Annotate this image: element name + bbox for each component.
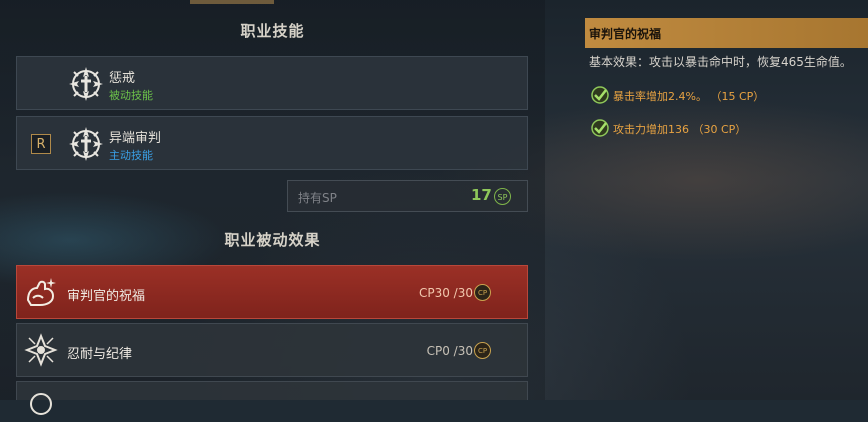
- hotkey-badge: R: [31, 134, 51, 154]
- cp-icon: CP: [474, 284, 491, 301]
- passive-name: 忍耐与纪律: [67, 347, 133, 362]
- emblem-icon: [30, 393, 52, 415]
- effect-text: 暴击率增加2.4%。 （15 CP）: [613, 88, 764, 104]
- skill-row-heresy-judgment[interactable]: R 异端审判 主动技能: [16, 116, 528, 170]
- section-title-skills: 职业技能: [240, 22, 305, 40]
- checkmark-icon: [591, 119, 609, 137]
- section-title-passives: 职业被动效果: [224, 231, 321, 249]
- skill-name: 惩戒: [109, 71, 136, 86]
- flexing-arm-icon: [26, 278, 56, 306]
- holy-cross-emblem-icon: [69, 67, 103, 101]
- effect-description: 攻击力增加136: [613, 123, 689, 136]
- cp-icon: CP: [474, 342, 491, 359]
- detail-panel: 审判官的祝福 基本效果：攻击以暴击命中时，恢复465生命值。 暴击率增加2.4%…: [585, 18, 868, 400]
- skill-row-punishment[interactable]: 惩戒 被动技能: [16, 56, 528, 110]
- checkmark-icon: [591, 86, 609, 104]
- skills-panel: 职业技能 惩戒 被动技能 R 异端审判 主动技能 持有SP 17 SP 职业被动…: [0, 0, 545, 415]
- passive-row-partial[interactable]: [16, 381, 528, 415]
- skill-type-label: 被动技能: [109, 89, 153, 102]
- sp-label: 持有SP: [298, 191, 337, 205]
- passive-cp-value: CP0 /30: [426, 344, 473, 358]
- detail-header: 审判官的祝福: [585, 18, 868, 48]
- effect-cp-cost: （15 CP）: [710, 90, 765, 103]
- skill-name: 异端审判: [109, 131, 162, 146]
- passive-row-endurance-discipline[interactable]: 忍耐与纪律 CP0 /30 CP: [16, 323, 528, 377]
- base-effect-text: 基本效果：攻击以暴击命中时，恢复465生命值。: [589, 55, 852, 69]
- effect-description: 暴击率增加2.4%。: [613, 90, 707, 103]
- effect-cp-cost: （30 CP）: [692, 123, 747, 136]
- sp-counter: 持有SP 17 SP: [287, 180, 528, 212]
- winged-emblem-icon: [24, 333, 58, 367]
- passive-row-inquisitor-blessing[interactable]: 审判官的祝福 CP30 /30 CP: [16, 265, 528, 319]
- top-accent-bar: [190, 0, 274, 4]
- passive-cp-value: CP30 /30: [418, 286, 473, 300]
- sp-value: 17: [471, 186, 492, 204]
- skill-type-label: 主动技能: [109, 149, 153, 162]
- detail-title: 审判官的祝福: [589, 27, 662, 41]
- passive-name: 审判官的祝福: [67, 289, 146, 304]
- effect-text: 攻击力增加136 （30 CP）: [613, 121, 746, 137]
- sp-icon: SP: [494, 188, 511, 205]
- holy-cross-emblem-icon: [69, 127, 103, 161]
